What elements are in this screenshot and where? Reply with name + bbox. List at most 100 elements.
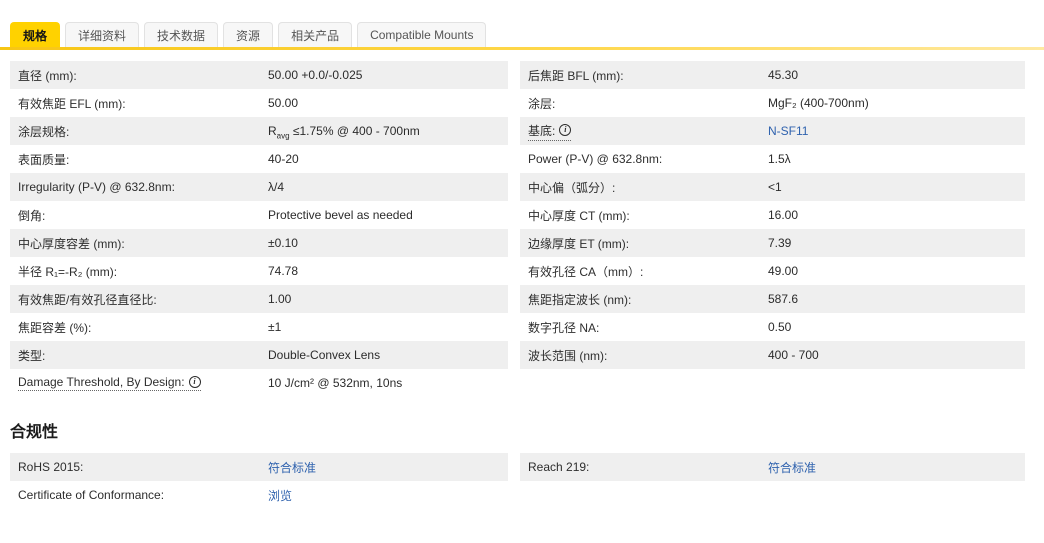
spec-value: 1.5λ xyxy=(768,152,791,166)
tab-technical-data[interactable]: 技术数据 xyxy=(144,22,219,47)
spec-value: 49.00 xyxy=(768,264,799,278)
tab-underline xyxy=(0,47,1044,50)
spec-value: λ/4 xyxy=(268,180,285,194)
spec-label-text: Damage Threshold, By Design: xyxy=(18,375,185,389)
spec-row: 有效焦距 EFL (mm): 50.00 xyxy=(10,89,508,117)
spec-value: 7.39 xyxy=(768,236,792,250)
spec-section: 直径 (mm): 50.00 +0.0/-0.025 有效焦距 EFL (mm): 5… xyxy=(0,61,1044,397)
spec-row: Power (P-V) @ 632.8nm: 1.5λ xyxy=(520,145,1025,173)
spec-label: 中心偏（弧分）: xyxy=(528,180,616,195)
spec-label: 中心厚度容差 (mm): xyxy=(18,236,125,251)
tab-resources[interactable]: 资源 xyxy=(223,22,274,47)
spec-row: 焦距指定波长 (nm): 587.6 xyxy=(520,285,1025,313)
spec-label: Irregularity (P-V) @ 632.8nm: xyxy=(18,180,175,194)
spec-value: <1 xyxy=(768,180,782,194)
spec-value: 400 - 700 xyxy=(768,348,819,362)
spec-label: RoHS 2015: xyxy=(18,460,84,474)
compliance-table-left: RoHS 2015: 符合标准 Certificate of Conformance… xyxy=(10,453,508,509)
spec-value: 74.78 xyxy=(268,264,299,278)
spec-value: 45.30 xyxy=(768,68,799,82)
spec-value: Ravg ≤1.75% @ 400 - 700nm xyxy=(268,124,420,141)
product-spec-page: 规格 详细资料 技术数据 资源 相关产品 Compatible Mounts 直径 (mm… xyxy=(0,22,1044,509)
spec-label: 焦距指定波长 (nm): xyxy=(528,292,632,307)
spec-row: 涂层: MgF₂ (400-700nm) xyxy=(520,89,1025,117)
spec-row: Reach 219: 符合标准 xyxy=(520,453,1025,481)
spec-row: 波长范围 (nm): 400 - 700 xyxy=(520,341,1025,369)
substrate-link[interactable]: N-SF11 xyxy=(768,124,1017,138)
spec-row: 中心厚度 CT (mm): 16.00 xyxy=(520,201,1025,229)
spec-label: 涂层规格: xyxy=(18,124,70,139)
spec-value: 587.6 xyxy=(768,292,799,306)
spec-label: 基底: i xyxy=(528,122,768,141)
spec-label: 中心厚度 CT (mm): xyxy=(528,208,630,223)
spec-value: 16.00 xyxy=(768,208,799,222)
spec-value: ±0.10 xyxy=(268,236,298,250)
rohs-2015-link[interactable]: 符合标准 xyxy=(268,459,500,476)
tooltip-label[interactable]: Damage Threshold, By Design: i xyxy=(18,375,201,391)
spec-row: 类型: Double-Convex Lens xyxy=(10,341,508,369)
tab-related-products[interactable]: 相关产品 xyxy=(278,22,353,47)
spec-label: 直径 (mm): xyxy=(18,68,77,83)
spec-row: 中心厚度容差 (mm): ±0.10 xyxy=(10,229,508,257)
spec-row: 焦距容差 (%): ±1 xyxy=(10,313,508,341)
certificate-of-conformance-link[interactable]: 浏览 xyxy=(268,487,500,504)
spec-label: 表面质量: xyxy=(18,152,70,167)
spec-label: 倒角: xyxy=(18,208,46,223)
spec-label: 有效焦距 EFL (mm): xyxy=(18,96,126,111)
spec-label: 数字孔径 NA: xyxy=(528,320,600,335)
spec-value: 0.50 xyxy=(768,320,792,334)
spec-label: 有效焦距/有效孔径直径比: xyxy=(18,292,157,307)
spec-label: 边缘厚度 ET (mm): xyxy=(528,236,630,251)
spec-row: 倒角: Protective bevel as needed xyxy=(10,201,508,229)
spec-label: 后焦距 BFL (mm): xyxy=(528,68,624,83)
spec-row: Damage Threshold, By Design: i 10 J/cm² @ … xyxy=(10,369,508,397)
compliance-table-right: Reach 219: 符合标准 xyxy=(520,453,1025,509)
spec-label: 涂层: xyxy=(528,96,556,111)
spec-row: 涂层规格: Ravg ≤1.75% @ 400 - 700nm xyxy=(10,117,508,145)
spec-value: 50.00 xyxy=(268,96,299,110)
spec-value: 10 J/cm² @ 532nm, 10ns xyxy=(268,376,403,390)
spec-label: 半径 R₁=-R₂ (mm): xyxy=(18,264,118,279)
spec-value: MgF₂ (400-700nm) xyxy=(768,96,869,110)
substrate-info-icon[interactable]: i xyxy=(559,124,572,136)
spec-row: 中心偏（弧分）: <1 xyxy=(520,173,1025,201)
tooltip-label[interactable]: 基底: i xyxy=(528,122,572,141)
spec-row: 有效焦距/有效孔径直径比: 1.00 xyxy=(10,285,508,313)
spec-label: Damage Threshold, By Design: i xyxy=(18,375,268,391)
spec-value: ±1 xyxy=(268,320,282,334)
spec-value: 50.00 +0.0/-0.025 xyxy=(268,68,363,82)
spec-label: 有效孔径 CA（mm）: xyxy=(528,264,644,279)
spec-label-text: 基底: xyxy=(528,123,556,138)
spec-label: 焦距容差 (%): xyxy=(18,320,92,335)
tab-specs[interactable]: 规格 xyxy=(10,22,61,47)
spec-table-right: 后焦距 BFL (mm): 45.30 涂层: MgF₂ (400-700nm) 基底:… xyxy=(520,61,1025,397)
spec-row: 后焦距 BFL (mm): 45.30 xyxy=(520,61,1025,89)
spec-row: 表面质量: 40-20 xyxy=(10,145,508,173)
spec-row: 半径 R₁=-R₂ (mm): 74.78 xyxy=(10,257,508,285)
spec-row: Certificate of Conformance: 浏览 xyxy=(10,481,508,509)
spec-label: 波长范围 (nm): xyxy=(528,348,608,363)
spec-row: 数字孔径 NA: 0.50 xyxy=(520,313,1025,341)
spec-label: Reach 219: xyxy=(528,460,590,474)
spec-row: 边缘厚度 ET (mm): 7.39 xyxy=(520,229,1025,257)
spec-value: 1.00 xyxy=(268,292,292,306)
tab-bar: 规格 详细资料 技术数据 资源 相关产品 Compatible Mounts xyxy=(0,22,1044,47)
spec-row: 基底: i N-SF11 xyxy=(520,117,1025,145)
spec-table-left: 直径 (mm): 50.00 +0.0/-0.025 有效焦距 EFL (mm): 5… xyxy=(10,61,508,397)
spec-label: Certificate of Conformance: xyxy=(18,488,165,502)
damage-threshold-info-icon[interactable]: i xyxy=(188,376,201,388)
tab-compatible-mounts[interactable]: Compatible Mounts xyxy=(357,22,487,47)
spec-row: 有效孔径 CA（mm）: 49.00 xyxy=(520,257,1025,285)
spec-row: Irregularity (P-V) @ 632.8nm: λ/4 xyxy=(10,173,508,201)
tab-details[interactable]: 详细资料 xyxy=(65,22,140,47)
spec-value: 40-20 xyxy=(268,152,299,166)
reach-219-link[interactable]: 符合标准 xyxy=(768,459,1017,476)
spec-label: 类型: xyxy=(18,348,46,363)
spec-value: Double-Convex Lens xyxy=(268,348,381,362)
compliance-heading: 合规性 xyxy=(10,424,59,441)
spec-row: RoHS 2015: 符合标准 xyxy=(10,453,508,481)
spec-label: Power (P-V) @ 632.8nm: xyxy=(528,152,663,166)
spec-row: 直径 (mm): 50.00 +0.0/-0.025 xyxy=(10,61,508,89)
spec-value: Protective bevel as needed xyxy=(268,208,413,222)
compliance-section: RoHS 2015: 符合标准 Certificate of Conformance… xyxy=(0,453,1044,509)
